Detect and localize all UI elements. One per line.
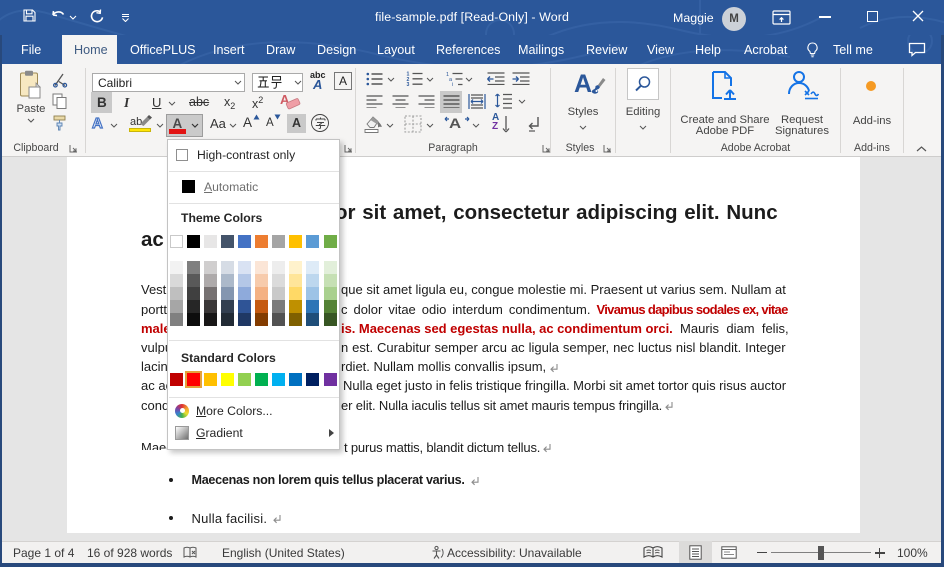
svg-text:3: 3: [407, 82, 410, 86]
svg-text:i: i: [452, 82, 453, 86]
